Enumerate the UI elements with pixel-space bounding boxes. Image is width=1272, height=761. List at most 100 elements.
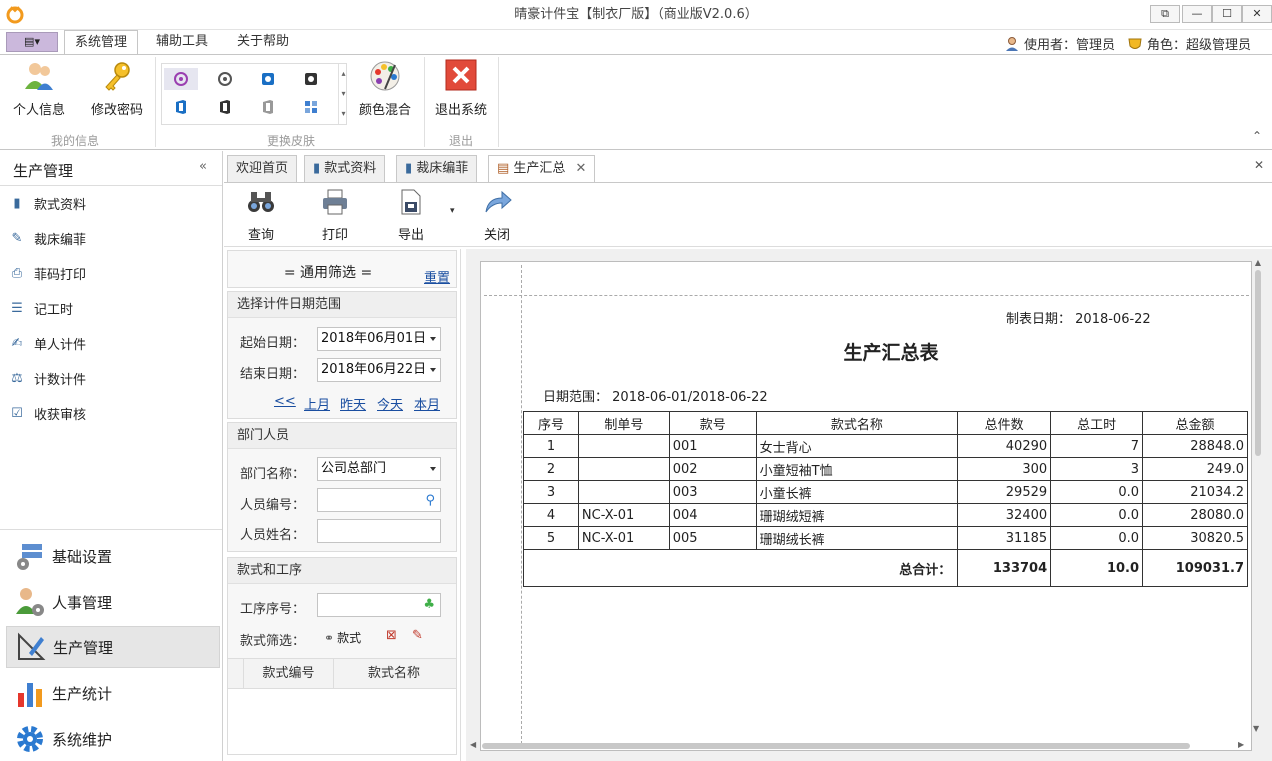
search-icon[interactable]: ⚲ [425,490,435,512]
group-divider [424,57,425,147]
restore-layout-button[interactable]: ⧉ [1150,5,1180,23]
edit-icon: ✍ [11,335,23,351]
style-grid: 款式编号 款式名称 [228,658,456,754]
start-date-label: 起始日期： [240,336,306,351]
close-tab-icon[interactable]: ✕ [575,161,586,176]
clear-filter-icon[interactable]: ⊠ [386,628,397,643]
key-icon [105,62,130,91]
personal-info-button[interactable]: 个人信息 [6,59,72,121]
skin-gallery: ▴ ▾ ▾ [161,63,347,125]
skin-option-7[interactable] [251,96,285,118]
this-month-link[interactable]: 本月 [414,394,440,413]
maximize-button[interactable]: ☐ [1212,5,1242,23]
vertical-scroll-thumb[interactable] [1255,270,1261,456]
doc-tab-production-summary[interactable]: ▤ 生产汇总 ✕ [488,155,596,183]
change-password-button[interactable]: 修改密码 [84,59,150,121]
collapse-nav-icon[interactable]: « [199,159,207,174]
export-dropdown-icon[interactable]: ▾ [450,206,455,216]
prev-period-link[interactable]: << [274,394,296,409]
style-filter-button[interactable]: ⚭ 款式 [324,629,361,646]
skin-option-3[interactable] [251,68,285,90]
skin-option-8[interactable] [294,96,328,118]
report-title: 生产汇总表 [843,342,939,364]
made-date: 制表日期： 2018-06-22 [1006,312,1151,327]
tiles-skin-icon [305,101,317,113]
report-icon: ▤ [497,161,514,176]
color-mix-button[interactable]: 颜色混合 [352,59,418,121]
splitter[interactable] [460,249,461,761]
column-header-style-name[interactable]: 款式名称 [334,659,454,689]
quick-access-menu-button[interactable]: ▤▾ [6,32,58,52]
print-button[interactable]: 打印 [314,188,356,243]
ribbon-tab-help[interactable]: 关于帮助 [227,30,299,54]
total-amount: 109031.7 [1142,549,1248,587]
nav-item-single-piece[interactable]: ✍ 单人计件 [8,328,220,358]
ribbon-tab-tools[interactable]: 辅助工具 [146,30,218,54]
skin-option-6[interactable] [208,96,242,118]
nav-item-count-piece[interactable]: ⚖ 计数计件 [8,363,220,393]
dept-select[interactable]: 公司总部门 [317,457,441,481]
skin-option-2[interactable] [208,68,242,90]
date-range: 日期范围： 2018-06-01/2018-06-22 [543,390,768,405]
book-icon: ▮ [405,161,417,176]
doc-tab-welcome[interactable]: 欢迎首页 [227,155,298,182]
doc-tab-style-info[interactable]: ▮ 款式资料 [304,155,386,182]
total-pieces: 133704 [957,549,1052,587]
module-basic-settings[interactable]: 基础设置 [6,535,220,577]
doc-tab-cutting[interactable]: ▮ 裁床编菲 [396,155,478,182]
vertical-scrollbar[interactable]: ▲ ▼ [1253,258,1263,738]
gear-icon [17,726,43,752]
bar-chart-icon [18,683,42,707]
chevron-down-icon [430,467,436,471]
minimize-button[interactable]: — [1182,5,1212,23]
user-info: 使用者：管理员 角色：超级管理员 [1004,34,1251,53]
collapse-ribbon-icon[interactable]: ⌃ [1252,129,1262,143]
total-hours: 10.0 [1050,549,1144,587]
nav-item-cutting[interactable]: ✎ 裁床编菲 [8,223,220,253]
nav-item-style-info[interactable]: ▮ 款式资料 [8,188,220,218]
nav-item-work-hours[interactable]: ☰ 记工时 [8,293,220,323]
design-tool-icon [18,632,46,660]
printer-icon: ⎙ [11,265,23,281]
today-link[interactable]: 今天 [377,394,403,413]
skin-option-5[interactable] [164,96,198,118]
staff-no-input[interactable]: ⚲ [317,488,441,512]
module-statistics[interactable]: 生产统计 [6,672,220,714]
horizontal-scroll-thumb[interactable] [482,743,1190,749]
start-date-picker[interactable]: 2018年06月01日 [317,327,441,351]
group-label-exit: 退出 [448,134,473,148]
checkbox-icon: ☑ [11,405,23,421]
gallery-scroll[interactable]: ▴ ▾ ▾ [338,64,348,124]
office-skin-icon [220,100,230,114]
staff-name-input[interactable] [317,519,441,543]
nav-item-review[interactable]: ☑ 收获审核 [8,398,220,428]
module-maintenance[interactable]: 系统维护 [6,718,220,760]
module-production[interactable]: 生产管理 [6,626,220,668]
close-button[interactable]: 关闭 [476,188,518,243]
office-skin-icon [176,100,186,114]
nav-item-code-print[interactable]: ⎙ 菲码打印 [8,258,220,288]
skin-option-4[interactable] [294,68,328,90]
export-button[interactable]: 导出 [390,188,432,243]
dept-section-title: 部门人员 [228,423,456,449]
skin-option-1[interactable] [164,68,198,90]
process-input[interactable]: ♣ [317,593,441,617]
last-month-link[interactable]: 上月 [304,394,330,413]
server-settings-icon [17,544,42,570]
ribbon-tab-system[interactable]: 系统管理 [64,30,139,55]
left-navigation: 生产管理 « ▮ 款式资料 ✎ 裁床编菲 ⎙ 菲码打印 ☰ 记工时 ✍ 单人计件 ⚖ 计数计… [0,151,223,761]
module-hr[interactable]: 人事管理 [6,581,220,623]
tree-picker-icon[interactable]: ♣ [423,594,435,616]
yesterday-link[interactable]: 昨天 [340,394,366,413]
reset-link[interactable]: 重置 [424,267,450,286]
horizontal-scrollbar[interactable]: ◀ ▶ [466,740,1252,752]
close-window-button[interactable]: ✕ [1242,5,1272,23]
end-date-picker[interactable]: 2018年06月22日 [317,358,441,382]
close-all-tabs-icon[interactable]: ✕ [1254,158,1264,172]
table-row: 3 003 小童长裤 29529 0.0 21034.2 [523,480,1248,504]
column-header-style-no[interactable]: 款式编号 [244,659,334,689]
query-button[interactable]: 查询 [240,188,282,243]
pencil-icon: ✎ [11,230,23,246]
exit-system-button[interactable]: 退出系统 [428,59,494,121]
edit-filter-icon[interactable]: ✎ [412,628,423,643]
